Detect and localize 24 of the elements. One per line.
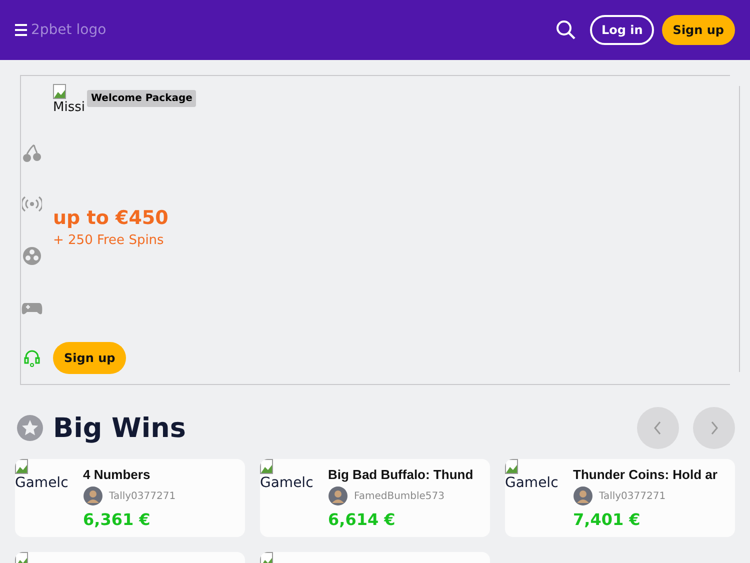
player-name: Tally0377271	[109, 490, 176, 502]
win-amount: 6,614 €	[328, 510, 396, 529]
game-title: 4 Numbers	[83, 467, 152, 482]
logo-alt-text[interactable]: 2pbet logo	[31, 22, 106, 38]
win-card[interactable]: Gamelc Big Bad Buffalo: Thund FamedBumble573 6,614 €	[260, 459, 490, 537]
image-alt-text: Gamelc	[260, 475, 314, 491]
login-button[interactable]: Log in	[590, 15, 654, 45]
section-title: Big Wins	[53, 412, 187, 444]
win-card[interactable]: Gamelc 4 Numbers Tally0377271 6,361 €	[15, 459, 245, 537]
bonus-subline: + 250 Free Spins	[53, 233, 165, 248]
image-alt-text: Gamelc	[15, 475, 70, 491]
bonus-headline: up to €450	[53, 207, 170, 229]
player-name: Tally0377271	[599, 490, 666, 502]
game-title: Thunder Coins: Hold ar	[573, 467, 718, 482]
signup-button[interactable]: Sign up	[53, 342, 126, 374]
promo-badge: Welcome Package	[87, 90, 196, 107]
win-card[interactable]: Gamelc Thunder Coins: Hold ar Tally0377271 7,401 €	[505, 459, 735, 537]
image-alt-text: Gamelc	[505, 475, 560, 491]
player-name: FamedBumble573	[354, 490, 445, 502]
game-title: Big Bad Buffalo: Thund	[328, 467, 474, 482]
win-amount: 6,361 €	[83, 510, 152, 529]
win-amount: 7,401 €	[573, 510, 642, 529]
image-alt-text: Missi	[53, 100, 85, 115]
signup-button[interactable]: Sign up	[662, 15, 735, 45]
